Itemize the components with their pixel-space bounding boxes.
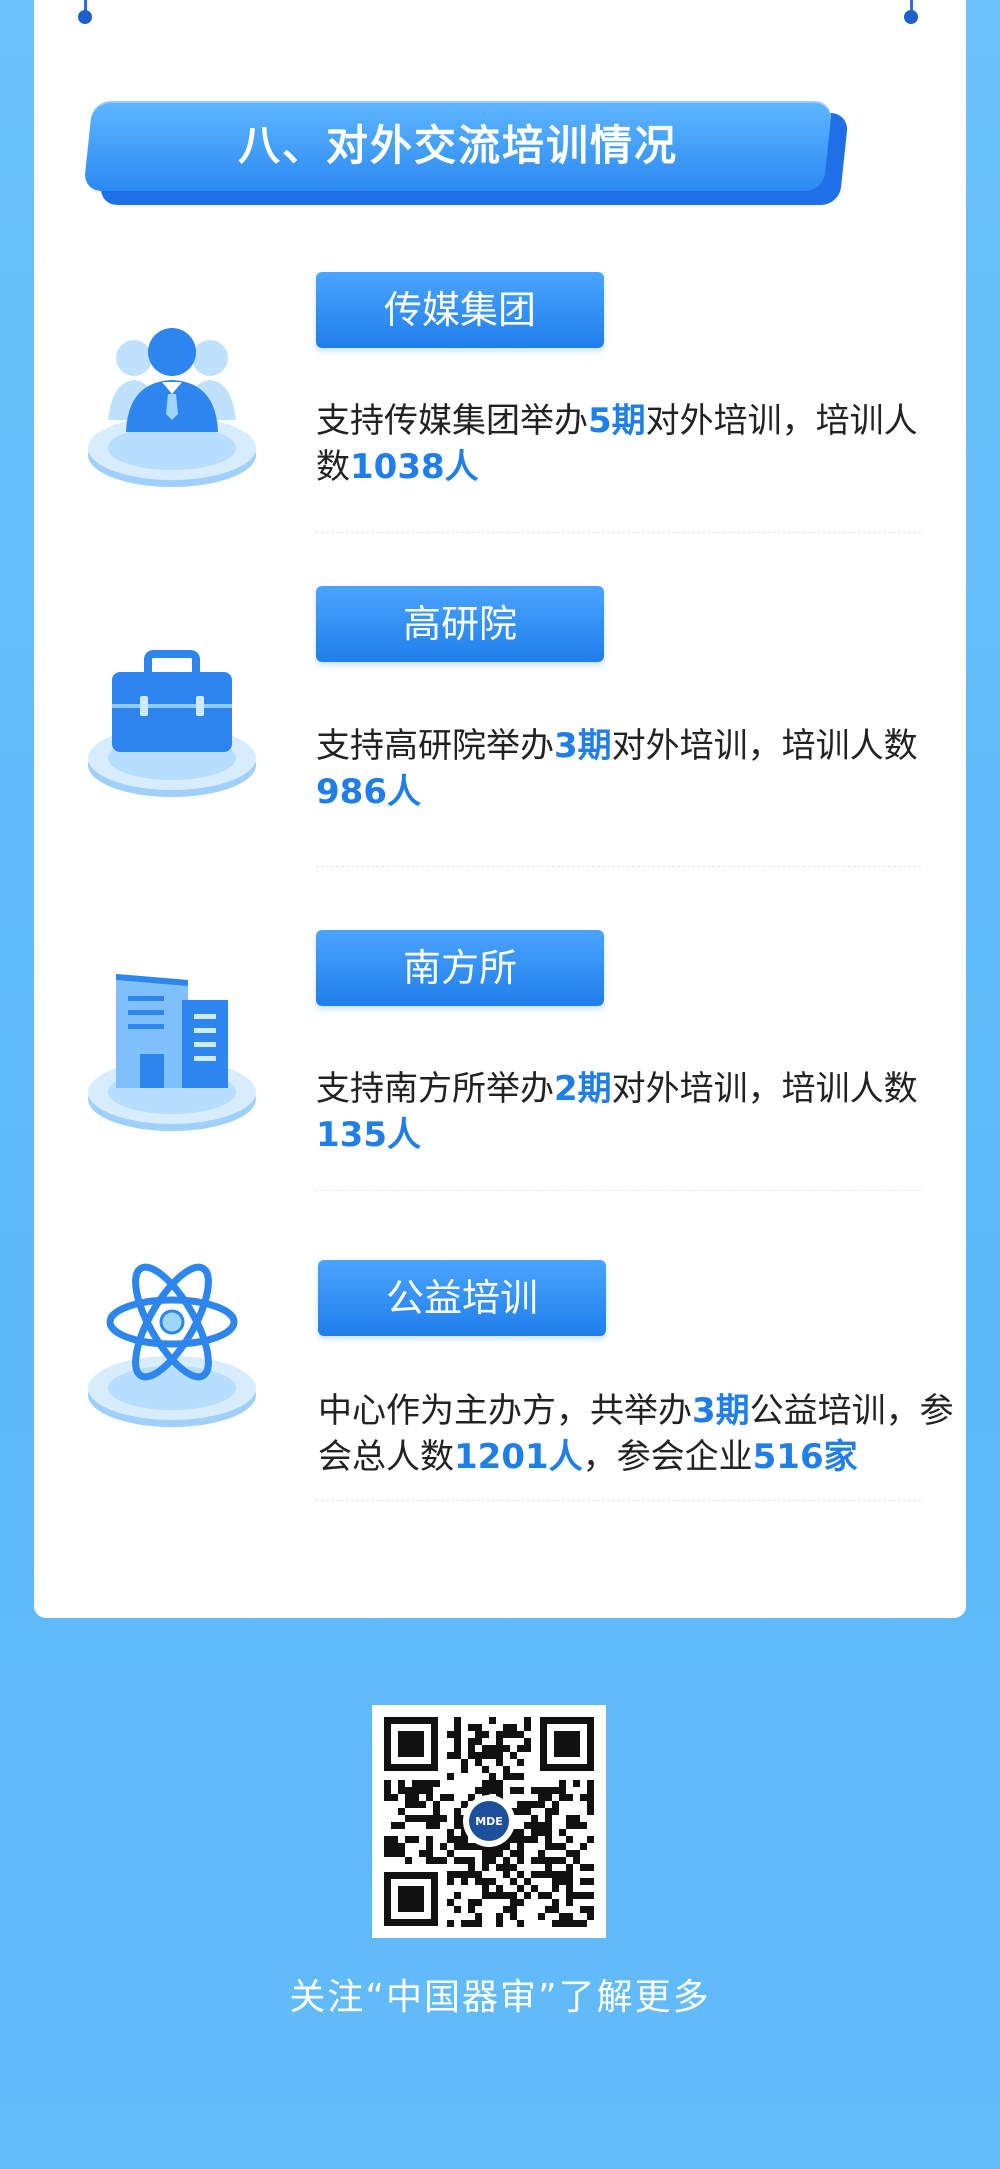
pin-left [78, 0, 92, 26]
section-title-banner: 八、对外交流培训情况 [83, 101, 868, 211]
follow-prompt: 关注“中国器审”了解更多 [289, 1977, 711, 2018]
divider [316, 1190, 921, 1191]
tag-label: 南方所 [316, 930, 604, 1006]
qr-code-icon: MDE [372, 1705, 606, 1938]
item-description: 支持南方所举办2期对外培训，培训人数135人 [316, 1069, 918, 1155]
tag-label: 公益培训 [318, 1260, 606, 1336]
divider [316, 1500, 921, 1501]
atom-icon [82, 1260, 262, 1440]
building-icon [82, 964, 262, 1144]
item-description: 中心作为主办方，共举办3期公益培训，参会总人数1201人，参会企业516家 [318, 1391, 954, 1477]
pin-right [904, 0, 918, 26]
divider [316, 866, 921, 867]
item-description: 支持高研院举办3期对外培训，培训人数986人 [316, 726, 918, 812]
qr-logo-text: MDE [475, 1815, 503, 1828]
divider [316, 532, 921, 533]
tag-label: 传媒集团 [316, 272, 604, 348]
item-description: 支持传媒集团举办5期对外培训，培训人数1038人 [316, 401, 918, 487]
briefcase-icon [82, 630, 262, 810]
tag-label: 高研院 [316, 586, 604, 662]
section-title: 八、对外交流培训情况 [237, 121, 678, 170]
person-icon [82, 320, 262, 500]
